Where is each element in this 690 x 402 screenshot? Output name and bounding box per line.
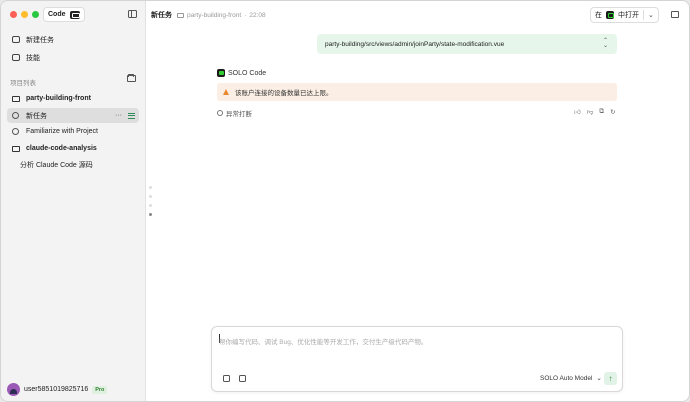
timestamp: 22:08 [249,11,266,19]
app-window: Code 新建任务 技能 项目列表 party-building-front 新… [0,0,690,402]
retry-icon[interactable]: ↻ [610,108,615,116]
task-item-analyze-claude-code[interactable]: 分析 Claude Code 源码 [7,157,139,172]
new-task-button[interactable]: 新建任务 [7,32,139,47]
add-project-icon[interactable] [127,74,136,82]
interrupted-text: 异常打断 [226,111,252,118]
message-composer[interactable]: 帮你编写代码、调试 Bug、优化性能等开发工作，交付生产级代码产物。 SOLO … [211,326,623,392]
page-title: 新任务 [151,12,172,19]
open-in-button[interactable]: 在 中打开 ⌄ [590,7,659,23]
composer-placeholder: 帮你编写代码、调试 Bug、优化性能等开发工作，交付生产级代码产物。 [219,339,428,346]
agent-name: SOLO Code [228,69,267,77]
attach-file-icon[interactable] [221,373,231,383]
file-path: party-building/src/views/admin/joinParty… [325,40,505,48]
plan-badge: Pro [92,385,108,394]
sidebar: Code 新建任务 技能 项目列表 party-building-front 新… [1,1,145,401]
project-list-heading: 项目列表 [10,80,36,87]
close-window-button[interactable] [10,11,17,18]
more-options-icon[interactable]: ··· [115,112,122,119]
task-label: Familiarize with Project [26,128,98,135]
copy-icon[interactable]: ⧉ [599,108,604,116]
skills-label: 技能 [26,54,40,62]
image-icon[interactable] [237,373,247,383]
thumbs-up-icon[interactable]: 👍︎ [574,108,581,116]
new-task-label: 新建任务 [26,36,54,44]
interrupted-icon [217,110,223,116]
task-item-new-task[interactable]: 新任务 ··· [7,108,139,123]
terminal-icon [69,10,80,19]
folder-icon [11,144,20,153]
message-actions: 👍︎ 👎︎ ⧉ ↻ [574,108,616,116]
sidebar-toggle-icon[interactable] [128,10,137,18]
username: user5851019825716 [24,386,89,393]
model-selector[interactable]: SOLO Auto Model ⌄ [540,374,602,383]
skills-button[interactable]: 技能 [7,50,139,65]
panel-toggle-icon[interactable] [671,11,679,18]
editor-app-icon [606,11,614,19]
warning-banner: 该账户连接的设备数量已达上限。 [217,83,617,101]
task-meta: party-building-front · 22:08 [177,12,266,19]
chevron-down-icon[interactable]: ⌄ [648,11,654,19]
interrupted-status: 异常打断 [217,108,252,118]
avatar [7,383,20,396]
minimize-window-button[interactable] [21,11,28,18]
skills-icon [11,53,20,62]
project-label: claude-code-analysis [26,145,97,152]
user-profile[interactable]: user5851019825716 Pro [7,383,108,396]
task-label: 分析 Claude Code 源码 [20,161,93,169]
send-button[interactable]: ↑ [604,372,617,385]
chevron-updown-icon: ⌃ ⌄ [602,38,608,49]
project-item-claude-code-analysis[interactable]: claude-code-analysis [7,141,139,156]
mode-switcher[interactable]: Code [43,7,85,22]
scroll-indicator[interactable] [149,186,152,216]
folder-icon [11,94,20,103]
project-name: party-building-front [187,11,242,19]
task-status-icon [11,127,20,136]
project-item-party-building-front[interactable]: party-building-front [7,91,139,106]
agent-header: SOLO Code [217,69,266,77]
task-item-familiarize[interactable]: Familiarize with Project [7,124,139,139]
monitor-icon [177,12,184,18]
window-controls [10,11,39,18]
task-row-actions: ··· [115,112,139,119]
warning-icon [223,89,229,95]
task-list-icon[interactable] [128,112,135,119]
chevron-down-icon: ⌄ [596,375,602,382]
solo-logo-icon [217,69,225,77]
task-status-icon [11,111,20,120]
code-mode-label: Code [48,11,66,18]
task-label: 新任务 [26,112,47,120]
open-in-prefix: 在 [595,12,602,19]
model-label: SOLO Auto Model [540,374,593,382]
maximize-window-button[interactable] [32,11,39,18]
main-panel: 新任务 party-building-front · 22:08 在 中打开 ⌄… [145,1,689,401]
project-label: party-building-front [26,95,91,102]
new-task-icon [11,35,20,44]
file-path-selector[interactable]: party-building/src/views/admin/joinParty… [317,34,617,54]
warning-text: 该账户连接的设备数量已达上限。 [235,90,333,97]
thumbs-down-icon[interactable]: 👎︎ [587,108,594,116]
open-in-label: 中打开 [618,12,639,19]
